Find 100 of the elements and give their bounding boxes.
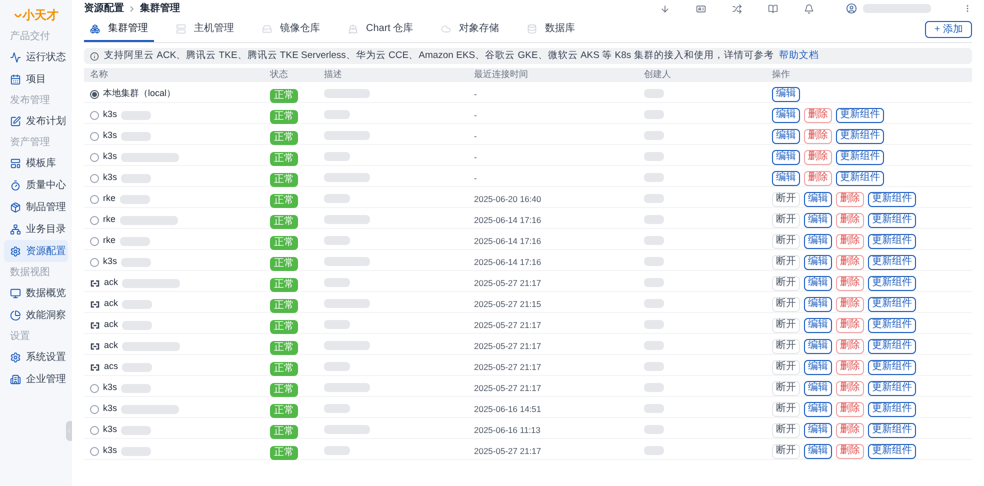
sidebar-item[interactable]: 效能洞察 [4,304,68,326]
delete-button[interactable]: 删除 [836,318,864,332]
update-button[interactable]: 更新组件 [868,422,916,438]
update-button[interactable]: 更新组件 [868,318,916,332]
update-button[interactable]: 更新组件 [868,444,916,458]
tab[interactable]: 镜像仓库 [256,17,326,42]
id-card-icon[interactable] [696,4,706,14]
edit-button[interactable]: 编辑 [772,150,800,164]
update-button[interactable]: 更新组件 [868,192,916,206]
delete-button[interactable]: 删除 [836,402,864,416]
edit-button[interactable]: 编辑 [804,192,832,206]
disconnect-button[interactable]: 断开 [772,234,800,248]
radio-button[interactable] [90,258,99,266]
delete-button[interactable]: 删除 [836,338,864,354]
delete-button[interactable]: 删除 [836,254,864,270]
radio-button[interactable] [90,236,99,246]
update-button[interactable]: 更新组件 [868,234,916,248]
update-button[interactable]: 更新组件 [868,338,916,354]
radio-button[interactable] [90,152,99,162]
delete-button[interactable]: 删除 [836,234,864,248]
delete-button[interactable]: 删除 [804,108,832,122]
shuffle-icon[interactable] [732,4,742,14]
edit-button[interactable]: 编辑 [804,254,832,270]
update-button[interactable]: 更新组件 [868,276,916,290]
sidebar-item[interactable]: 业务目录 [4,218,68,240]
edit-button[interactable]: 编辑 [804,296,832,312]
avatar-icon[interactable] [846,3,857,14]
update-button[interactable]: 更新组件 [868,380,916,396]
update-button[interactable]: 更新组件 [868,402,916,416]
radio-button[interactable] [90,426,99,434]
edit-button[interactable]: 编辑 [772,170,800,186]
delete-button[interactable]: 删除 [804,128,832,144]
sidebar-item[interactable]: 资源配置 [4,240,68,262]
update-button[interactable]: 更新组件 [868,360,916,374]
sidebar-item[interactable]: 运行状态 [4,46,68,68]
delete-button[interactable]: 删除 [836,212,864,228]
delete-button[interactable]: 删除 [804,170,832,186]
sidebar-item[interactable]: 项目 [4,68,68,90]
radio-button[interactable] [90,194,99,204]
delete-button[interactable]: 删除 [836,380,864,396]
edit-button[interactable]: 编辑 [804,212,832,228]
tab[interactable]: 集群管理 [84,17,154,42]
tab[interactable]: 对象存储 [435,17,506,42]
disconnect-button[interactable]: 断开 [772,296,800,312]
radio-button[interactable] [90,110,99,120]
edit-button[interactable]: 编辑 [804,402,832,416]
edit-button[interactable]: 编辑 [804,360,832,374]
edit-button[interactable]: 编辑 [804,380,832,396]
breadcrumb-item[interactable]: 资源配置 [84,1,124,16]
sidebar-item[interactable]: 系统设置 [4,346,68,368]
disconnect-button[interactable]: 断开 [772,254,800,270]
sidebar-item[interactable]: 发布计划 [4,110,68,132]
delete-button[interactable]: 删除 [836,296,864,312]
update-button[interactable]: 更新组件 [836,170,884,186]
delete-button[interactable]: 删除 [836,360,864,374]
update-button[interactable]: 更新组件 [868,254,916,270]
add-button[interactable]: + 添加 [925,21,972,38]
sidebar-item[interactable]: 质量中心 [4,174,68,196]
edit-button[interactable]: 编辑 [804,234,832,248]
edit-button[interactable]: 编辑 [804,444,832,458]
radio-button[interactable] [90,174,99,182]
delete-button[interactable]: 删除 [836,444,864,458]
disconnect-button[interactable]: 断开 [772,422,800,438]
tab[interactable]: 主机管理 [170,17,240,42]
help-link[interactable]: 帮助文档 [778,48,819,64]
radio-button[interactable] [90,216,99,224]
edit-button[interactable]: 编辑 [772,128,800,144]
disconnect-button[interactable]: 断开 [772,444,800,458]
tab[interactable]: Chart 仓库 [342,17,420,42]
sidebar-item[interactable]: 数据概览 [4,282,68,304]
radio-button[interactable] [90,446,99,456]
sidebar-item[interactable]: 制品管理 [4,196,68,218]
update-button[interactable]: 更新组件 [836,108,884,122]
disconnect-button[interactable]: 断开 [772,276,800,290]
disconnect-button[interactable]: 断开 [772,338,800,354]
download-icon[interactable] [660,4,670,14]
radio-button[interactable] [90,132,99,140]
disconnect-button[interactable]: 断开 [772,380,800,396]
update-button[interactable]: 更新组件 [868,296,916,312]
disconnect-button[interactable]: 断开 [772,402,800,416]
radio-button[interactable] [90,404,99,414]
radio-button[interactable] [90,90,99,98]
delete-button[interactable]: 删除 [836,276,864,290]
delete-button[interactable]: 删除 [836,192,864,206]
delete-button[interactable]: 删除 [804,150,832,164]
sidebar-item[interactable]: 企业管理 [4,368,68,390]
disconnect-button[interactable]: 断开 [772,212,800,228]
edit-button[interactable]: 编辑 [804,422,832,438]
sidebar-item[interactable]: 模板库 [4,152,68,174]
notification-icon[interactable] [804,4,814,14]
tab[interactable]: 数据库 [521,17,582,42]
book-icon[interactable] [768,4,778,14]
delete-button[interactable]: 删除 [836,422,864,438]
update-button[interactable]: 更新组件 [836,128,884,144]
edit-button[interactable]: 编辑 [804,318,832,332]
edit-button[interactable]: 编辑 [772,108,800,122]
update-button[interactable]: 更新组件 [836,150,884,164]
radio-button[interactable] [90,384,99,392]
disconnect-button[interactable]: 断开 [772,360,800,374]
disconnect-button[interactable]: 断开 [772,318,800,332]
